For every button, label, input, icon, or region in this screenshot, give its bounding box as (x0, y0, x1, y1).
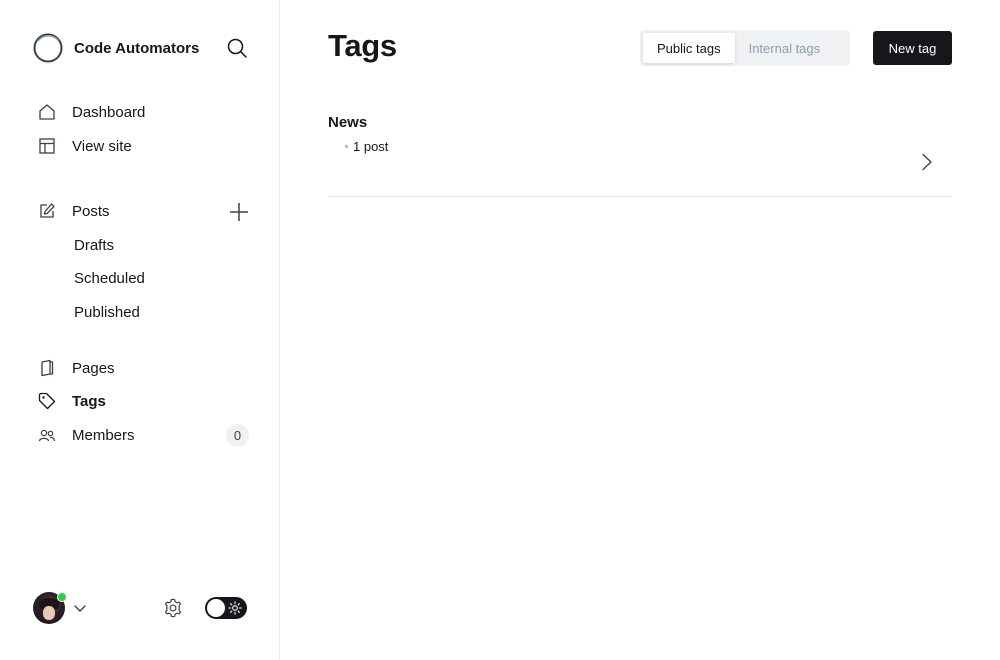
circle-logo-icon (33, 33, 63, 63)
bullet-icon (345, 145, 348, 148)
theme-toggle[interactable] (205, 597, 247, 619)
brand[interactable]: Code Automators (33, 32, 199, 64)
sidebar-item-label: Posts (72, 202, 110, 220)
sidebar-item-label: Members (72, 426, 135, 444)
chevron-right-icon (922, 153, 932, 171)
members-icon (38, 426, 56, 444)
tag-post-count: 1 post (345, 139, 388, 154)
sidebar-item-members[interactable]: Members (38, 423, 250, 447)
sidebar-item-label: Tags (72, 392, 106, 410)
sidebar-item-dashboard[interactable]: Dashboard (38, 100, 250, 124)
edit-icon (38, 202, 56, 220)
tag-type-tabs: Public tags Internal tags (640, 30, 850, 66)
tab-public-tags[interactable]: Public tags (643, 33, 735, 63)
sidebar: Code Automators Dashboard View site Post… (0, 0, 280, 660)
sidebar-item-drafts[interactable]: Drafts (74, 234, 114, 256)
sidebar-item-label: Dashboard (72, 103, 146, 121)
sidebar-item-posts[interactable]: Posts (38, 199, 250, 223)
sun-icon (228, 601, 242, 615)
chevron-down-icon (74, 605, 86, 612)
sidebar-item-published[interactable]: Published (74, 301, 140, 323)
toggle-knob (207, 599, 225, 617)
page-title: Tags (328, 28, 397, 63)
page-icon (38, 359, 56, 377)
brand-name: Code Automators (74, 39, 200, 57)
members-count-badge: 0 (226, 424, 249, 447)
gear-icon[interactable] (162, 597, 184, 619)
home-icon (38, 103, 56, 121)
tag-icon (38, 392, 56, 410)
search-icon[interactable] (226, 37, 248, 59)
sidebar-item-scheduled[interactable]: Scheduled (74, 267, 145, 289)
sidebar-item-label: View site (72, 137, 132, 155)
tag-name: News (328, 114, 368, 131)
avatar-face (43, 606, 55, 620)
tag-count-label: 1 post (353, 139, 389, 154)
sidebar-item-view-site[interactable]: View site (38, 134, 250, 158)
sidebar-item-pages[interactable]: Pages (38, 356, 250, 380)
layout-icon (38, 137, 56, 155)
online-status-dot (57, 592, 67, 602)
tag-row[interactable]: News 1 post (328, 104, 952, 197)
tab-internal-tags[interactable]: Internal tags (735, 33, 835, 63)
main-content: Tags Public tags Internal tags New tag N… (280, 0, 1000, 660)
new-tag-button[interactable]: New tag (873, 31, 952, 65)
sidebar-item-tags[interactable]: Tags (38, 389, 250, 413)
sidebar-item-label: Pages (72, 359, 115, 377)
plus-icon[interactable] (229, 202, 249, 222)
